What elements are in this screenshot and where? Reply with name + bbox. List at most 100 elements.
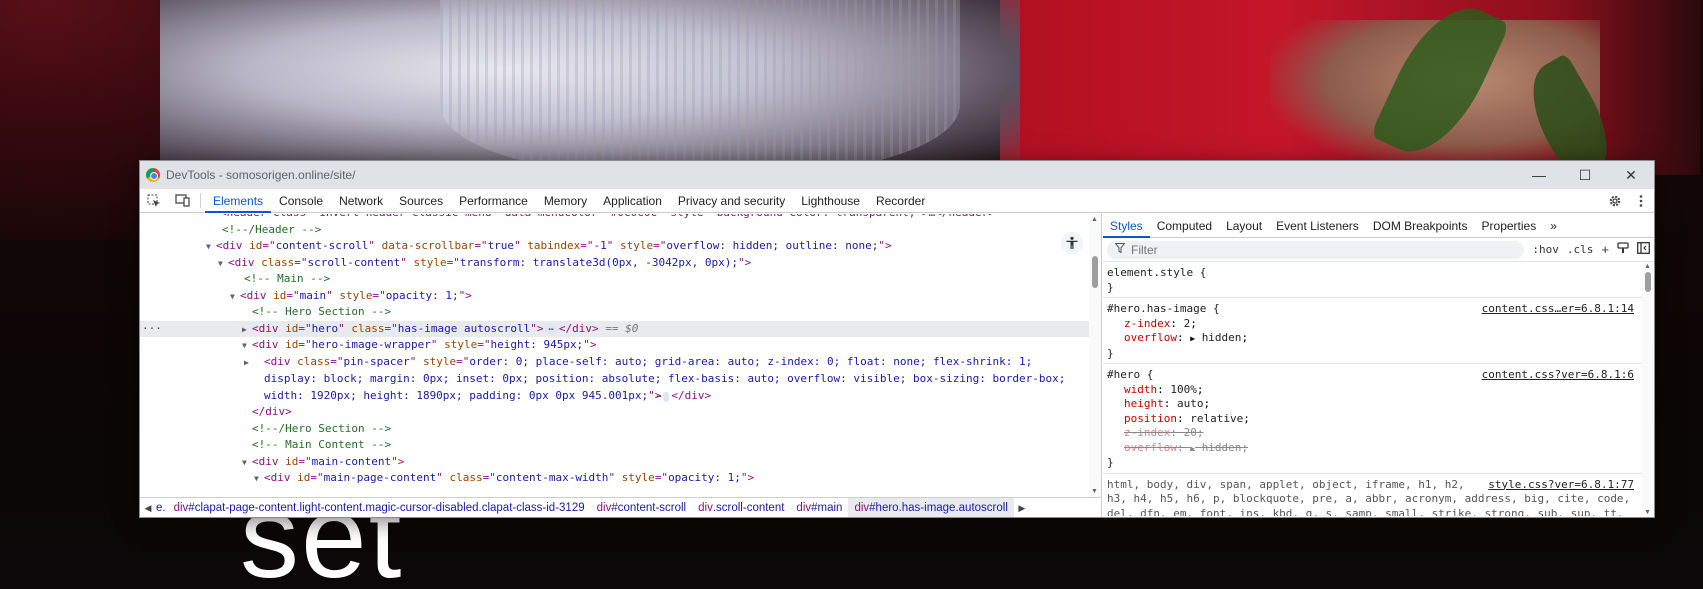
style-rule-hero-has-image[interactable]: #hero.has-image { content.css…er=6.8.1:1… xyxy=(1103,298,1642,364)
inspect-element-icon[interactable] xyxy=(140,189,168,212)
dom-node-line[interactable]: ▶ <div id="hero" class="has-image autoscr… xyxy=(140,320,1089,339)
expand-triangle-icon[interactable]: ▶ xyxy=(1190,334,1195,343)
tab-layout[interactable]: Layout xyxy=(1219,214,1269,237)
styles-sidebar: Styles Computed Layout Event Listeners D… xyxy=(1103,214,1654,517)
device-toolbar-icon[interactable] xyxy=(168,189,196,212)
expand-down-triangle-icon[interactable]: ▼ xyxy=(254,471,264,488)
paint-brush-icon[interactable] xyxy=(1617,242,1629,257)
dom-node-line[interactable]: ▼ <div class="scroll-content" style="tran… xyxy=(140,255,1089,272)
accessibility-tree-icon[interactable] xyxy=(1061,232,1083,254)
tab-privacy-and-security[interactable]: Privacy and security xyxy=(670,189,793,212)
style-declaration[interactable]: height: auto; xyxy=(1107,397,1636,412)
styles-filter-box xyxy=(1107,240,1525,259)
tab-recorder[interactable]: Recorder xyxy=(868,189,933,212)
tab-performance[interactable]: Performance xyxy=(451,189,536,212)
dom-tree-scrollbar[interactable]: ▲ ▼ xyxy=(1089,214,1101,497)
dom-node-line[interactable]: <!--/Header --> xyxy=(140,222,1089,239)
expand-down-triangle-icon[interactable]: ▼ xyxy=(242,338,252,355)
rule-close-brace: } xyxy=(1107,346,1114,360)
rule-selector: element.style { xyxy=(1107,266,1207,279)
dom-node-line[interactable]: <!-- Hero Section --> xyxy=(140,304,1089,321)
dom-tree[interactable]: <header class="invert-header classic-men… xyxy=(140,214,1089,497)
tab-event-listeners[interactable]: Event Listeners xyxy=(1269,214,1366,237)
breadcrumb-truncated[interactable]: e. xyxy=(156,498,168,517)
styles-filter-input[interactable] xyxy=(1131,242,1431,257)
expand-down-triangle-icon[interactable]: ▼ xyxy=(230,289,240,306)
hero-photo-shirt xyxy=(440,0,960,175)
close-button[interactable]: ✕ xyxy=(1608,161,1654,189)
scroll-down-arrow-icon[interactable]: ▼ xyxy=(1644,509,1651,516)
scroll-down-arrow-icon[interactable]: ▼ xyxy=(1091,488,1098,495)
class-toggle[interactable]: .cls xyxy=(1567,243,1594,256)
tab-network[interactable]: Network xyxy=(331,189,391,212)
tab-lighthouse[interactable]: Lighthouse xyxy=(793,189,868,212)
collapse-right-triangle-icon[interactable]: ▶ xyxy=(242,322,252,339)
node-actions-ellipsis-icon[interactable]: ··· xyxy=(142,321,162,338)
hover-state-toggle[interactable]: :hov xyxy=(1532,243,1559,256)
scroll-up-arrow-icon[interactable]: ▲ xyxy=(1091,216,1098,223)
tab-dom-breakpoints[interactable]: DOM Breakpoints xyxy=(1366,214,1475,237)
breadcrumb-item[interactable]: div #clapat-page-content.light-content.ma… xyxy=(168,498,591,517)
maximize-button[interactable]: ☐ xyxy=(1562,161,1608,189)
overridden-declaration[interactable]: overflow: ▶ hidden; xyxy=(1107,441,1636,457)
style-rule-hero[interactable]: #hero { content.css?ver=6.8.1:6 width: 1… xyxy=(1103,364,1642,474)
rule-close-brace: } xyxy=(1107,280,1114,294)
tab-elements[interactable]: Elements xyxy=(205,189,272,213)
styles-scrollbar[interactable]: ▲ ▼ xyxy=(1642,262,1654,517)
expand-down-triangle-icon[interactable]: ▼ xyxy=(218,256,228,273)
dom-node-line[interactable]: ▼ <div id="hero-image-wrapper" style="hei… xyxy=(140,337,1089,354)
dom-node-line[interactable]: ▼ <div id="main-content"> xyxy=(140,454,1089,471)
expand-down-triangle-icon[interactable]: ▼ xyxy=(242,455,252,472)
dom-node-line[interactable]: ▼ <div id="main" style="opacity: 1;"> xyxy=(140,288,1089,305)
devtools-window: DevTools - somosorigen.online/site/ — ☐ … xyxy=(139,160,1655,518)
minimize-button[interactable]: — xyxy=(1516,161,1562,189)
rule-source-link[interactable]: content.css…er=6.8.1:14 xyxy=(1482,302,1634,317)
scrollbar-thumb[interactable] xyxy=(1645,272,1651,292)
dom-node-line[interactable]: <!-- Main --> xyxy=(140,271,1089,288)
elements-panel: <header class="invert-header classic-men… xyxy=(140,214,1102,517)
breadcrumb-item[interactable]: div .scroll-content xyxy=(692,498,790,517)
breadcrumb-item[interactable]: div #hero.has-image.autoscroll xyxy=(848,498,1014,517)
tab-sources[interactable]: Sources xyxy=(391,189,451,212)
expand-triangle-icon[interactable]: ▶ xyxy=(1190,444,1195,453)
breadcrumb-scroll-left-icon[interactable]: ◀ xyxy=(140,503,156,514)
breadcrumb-item[interactable]: div #main xyxy=(790,498,848,517)
breadcrumb-scroll-right-icon[interactable]: ▶ xyxy=(1014,503,1030,514)
tab-console[interactable]: Console xyxy=(271,189,331,212)
devtools-main-toolbar: Elements Console Network Sources Perform… xyxy=(140,189,1654,213)
tab-application[interactable]: Application xyxy=(595,189,670,212)
tab-computed[interactable]: Computed xyxy=(1150,214,1219,237)
style-declaration[interactable]: width: 100%; xyxy=(1107,383,1636,398)
style-declaration[interactable]: z-index: 2; xyxy=(1107,317,1636,332)
toggle-sidebar-icon[interactable] xyxy=(1637,242,1650,257)
dom-node-line[interactable]: ▼ <div id="main-page-content" class="cont… xyxy=(140,470,1089,487)
tab-memory[interactable]: Memory xyxy=(536,189,595,212)
style-declaration[interactable]: position: relative; xyxy=(1107,412,1636,427)
more-options-icon[interactable] xyxy=(1628,194,1654,208)
more-tabs-chevron-icon[interactable]: » xyxy=(1543,214,1564,237)
style-rule-reset[interactable]: style.css?ver=6.8.1:77 html, body, div, … xyxy=(1103,474,1642,517)
dom-node-line[interactable]: <!-- Main Content --> xyxy=(140,437,1089,454)
collapse-right-triangle-icon[interactable]: ▶ xyxy=(244,355,264,372)
dom-node-line[interactable]: <header class="invert-header classic-men… xyxy=(140,214,1089,222)
overridden-declaration[interactable]: z-index: 20; xyxy=(1107,426,1636,441)
style-declaration[interactable]: overflow: ▶ hidden; xyxy=(1107,331,1636,347)
dom-node-line[interactable]: ▶ <div class="pin-spacer" style="order: 0… xyxy=(140,354,1089,405)
element-style-rule[interactable]: element.style { } xyxy=(1103,262,1642,298)
expand-down-triangle-icon[interactable]: ▼ xyxy=(206,239,216,256)
dom-node-line[interactable]: ▼ <div id="content-scroll" data-scrollbar… xyxy=(140,238,1089,255)
breadcrumb-item[interactable]: div #content-scroll xyxy=(591,498,693,517)
tab-styles[interactable]: Styles xyxy=(1103,214,1150,238)
new-style-rule-plus-icon[interactable]: + xyxy=(1601,242,1609,257)
scrollbar-thumb[interactable] xyxy=(1092,256,1098,288)
tab-properties[interactable]: Properties xyxy=(1475,214,1544,237)
collapsed-children-badge[interactable]: ⋯ xyxy=(545,324,557,335)
collapsed-children-badge[interactable]: ⋯ xyxy=(656,391,670,402)
settings-gear-icon[interactable] xyxy=(1602,194,1628,208)
rule-source-link[interactable]: content.css?ver=6.8.1:6 xyxy=(1482,368,1634,383)
dom-node-line[interactable]: </div> xyxy=(140,404,1089,421)
rule-source-link[interactable]: style.css?ver=6.8.1:77 xyxy=(1488,478,1634,493)
dom-node-line[interactable]: <!--/Hero Section --> xyxy=(140,421,1089,438)
window-titlebar[interactable]: DevTools - somosorigen.online/site/ — ☐ … xyxy=(140,161,1654,189)
scroll-up-arrow-icon[interactable]: ▲ xyxy=(1644,263,1651,270)
